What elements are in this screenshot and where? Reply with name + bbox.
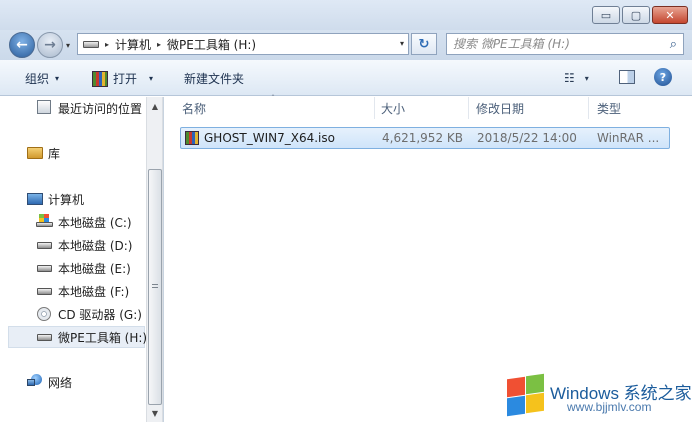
winrar-icon xyxy=(92,70,108,87)
sidebar-item-label: 本地磁盘 (C:) xyxy=(58,216,132,230)
close-button[interactable]: ✕ xyxy=(652,6,688,24)
sidebar-item-drive-f[interactable]: 本地磁盘 (F:) xyxy=(0,280,146,302)
breadcrumb-separator-icon[interactable]: ▸ xyxy=(157,40,161,49)
scroll-up-icon[interactable]: ▲ xyxy=(149,100,161,112)
drive-icon xyxy=(37,265,52,272)
sidebar-item-libraries[interactable]: 库 xyxy=(0,142,146,164)
view-details-icon: ☷ xyxy=(564,71,575,85)
file-type: WinRAR ... xyxy=(597,131,660,145)
file-name: GHOST_WIN7_X64.iso xyxy=(204,131,335,145)
column-header-size[interactable]: 大小 xyxy=(375,97,469,119)
new-folder-button[interactable]: 新建文件夹 xyxy=(184,70,244,87)
file-modified: 2018/5/22 14:00 xyxy=(477,131,577,145)
drive-icon xyxy=(37,242,52,249)
close-icon: ✕ xyxy=(665,8,675,22)
minimize-icon: ▭ xyxy=(600,8,612,22)
cd-drive-icon xyxy=(37,307,51,321)
minimize-button[interactable]: ▭ xyxy=(592,6,620,24)
breadcrumb-computer[interactable]: 计算机 xyxy=(115,36,151,53)
forward-button[interactable]: → xyxy=(37,32,63,58)
column-modified-label: 修改日期 xyxy=(476,101,525,116)
column-type-label: 类型 xyxy=(597,101,622,116)
chevron-down-icon: ▾ xyxy=(149,74,154,83)
sidebar-item-label: 本地磁盘 (D:) xyxy=(58,239,133,253)
drive-icon xyxy=(37,334,52,341)
drive-icon xyxy=(83,40,99,48)
new-folder-label: 新建文件夹 xyxy=(184,72,245,86)
column-size-label: 大小 xyxy=(381,101,406,116)
maximize-button[interactable]: ▢ xyxy=(622,6,650,24)
forward-arrow-icon: → xyxy=(44,37,56,53)
sidebar-item-drive-c[interactable]: 本地磁盘 (C:) xyxy=(0,211,146,233)
refresh-icon: ↻ xyxy=(418,36,430,52)
title-bar: ▭ ▢ ✕ xyxy=(0,0,692,30)
column-header-name[interactable]: 名称 ˆ xyxy=(164,94,375,119)
refresh-button[interactable]: ↻ xyxy=(411,33,437,55)
system-drive-icon xyxy=(36,214,53,227)
winrar-archive-icon xyxy=(185,131,199,145)
sidebar-item-label: 微PE工具箱 (H:) xyxy=(58,331,148,345)
sidebar-item-label: 本地磁盘 (E:) xyxy=(58,262,131,276)
computer-icon xyxy=(27,193,43,205)
preview-pane-icon[interactable] xyxy=(619,70,635,84)
maximize-icon: ▢ xyxy=(630,8,642,22)
scrollbar-thumb[interactable] xyxy=(148,169,162,405)
navigation-scrollbar[interactable]: ▲ ▼ xyxy=(146,97,163,422)
network-icon xyxy=(27,374,43,388)
search-box[interactable]: ⌕ xyxy=(446,33,684,55)
recent-pages-dropdown[interactable]: ▾ xyxy=(66,41,70,50)
file-size: 4,621,952 KB xyxy=(382,131,463,145)
sidebar-item-label: 本地磁盘 (F:) xyxy=(58,285,130,299)
help-icon[interactable]: ? xyxy=(654,68,672,86)
sidebar-item-label: CD 驱动器 (G:) xyxy=(58,308,142,322)
sidebar-item-label: 最近访问的位置 xyxy=(58,102,143,116)
organize-button[interactable]: 组织 ▾ xyxy=(25,70,59,87)
scroll-down-icon[interactable]: ▼ xyxy=(149,407,161,419)
table-row[interactable]: GHOST_WIN7_X64.iso 4,621,952 KB 2018/5/2… xyxy=(180,127,670,149)
organize-label: 组织 xyxy=(25,72,50,86)
open-button[interactable]: 打开 ▾ xyxy=(92,70,153,87)
sidebar-item-drive-h[interactable]: 微PE工具箱 (H:) xyxy=(8,326,148,348)
open-label: 打开 xyxy=(113,72,138,86)
sidebar-item-cd-drive-g[interactable]: CD 驱动器 (G:) xyxy=(0,303,146,325)
sort-ascending-icon: ˆ xyxy=(271,94,275,103)
back-arrow-icon: ← xyxy=(16,37,28,53)
search-input[interactable] xyxy=(453,37,663,51)
search-icon[interactable]: ⌕ xyxy=(670,37,677,52)
drive-icon xyxy=(37,288,52,295)
breadcrumb-separator-icon[interactable]: ▸ xyxy=(105,40,109,49)
change-view-button[interactable]: ☷ ▾ xyxy=(564,71,589,85)
recent-places-icon xyxy=(37,100,51,114)
address-dropdown-icon[interactable]: ▾ xyxy=(400,39,404,48)
back-button[interactable]: ← xyxy=(9,32,35,58)
watermark: Windows 系统之家 www.bjjmlv.com xyxy=(503,372,692,422)
grip-icon xyxy=(152,284,158,290)
column-header-modified[interactable]: 修改日期 xyxy=(469,97,589,119)
navigation-pane: 最近访问的位置 库 计算机 本地磁盘 (C:) 本地磁盘 (D:) 本地磁盘 (… xyxy=(0,97,148,422)
sidebar-item-network[interactable]: 网络 xyxy=(0,371,146,393)
library-icon xyxy=(27,147,43,159)
column-header-type[interactable]: 类型 xyxy=(589,97,669,119)
chevron-down-icon: ▾ xyxy=(584,73,589,83)
windows-logo-icon xyxy=(503,372,547,417)
command-bar: 组织 ▾ 打开 ▾ 新建文件夹 ☷ ▾ xyxy=(0,60,692,96)
chevron-down-icon: ▾ xyxy=(55,74,60,83)
address-bar[interactable]: ▸ 计算机 ▸ 微PE工具箱 (H:) ▾ xyxy=(77,33,409,55)
sidebar-item-computer[interactable]: 计算机 xyxy=(0,188,146,210)
breadcrumb-current-drive[interactable]: 微PE工具箱 (H:) xyxy=(167,36,256,53)
watermark-url: www.bjjmlv.com xyxy=(567,400,652,414)
sidebar-item-drive-d[interactable]: 本地磁盘 (D:) xyxy=(0,234,146,256)
sidebar-item-recent-places[interactable]: 最近访问的位置 xyxy=(0,97,146,119)
sidebar-item-label: 计算机 xyxy=(48,193,85,207)
sidebar-item-label: 库 xyxy=(48,147,61,161)
sidebar-item-label: 网络 xyxy=(48,376,73,390)
sidebar-item-drive-e[interactable]: 本地磁盘 (E:) xyxy=(0,257,146,279)
window-controls: ▭ ▢ ✕ xyxy=(590,6,688,24)
column-name-label: 名称 xyxy=(182,101,207,116)
